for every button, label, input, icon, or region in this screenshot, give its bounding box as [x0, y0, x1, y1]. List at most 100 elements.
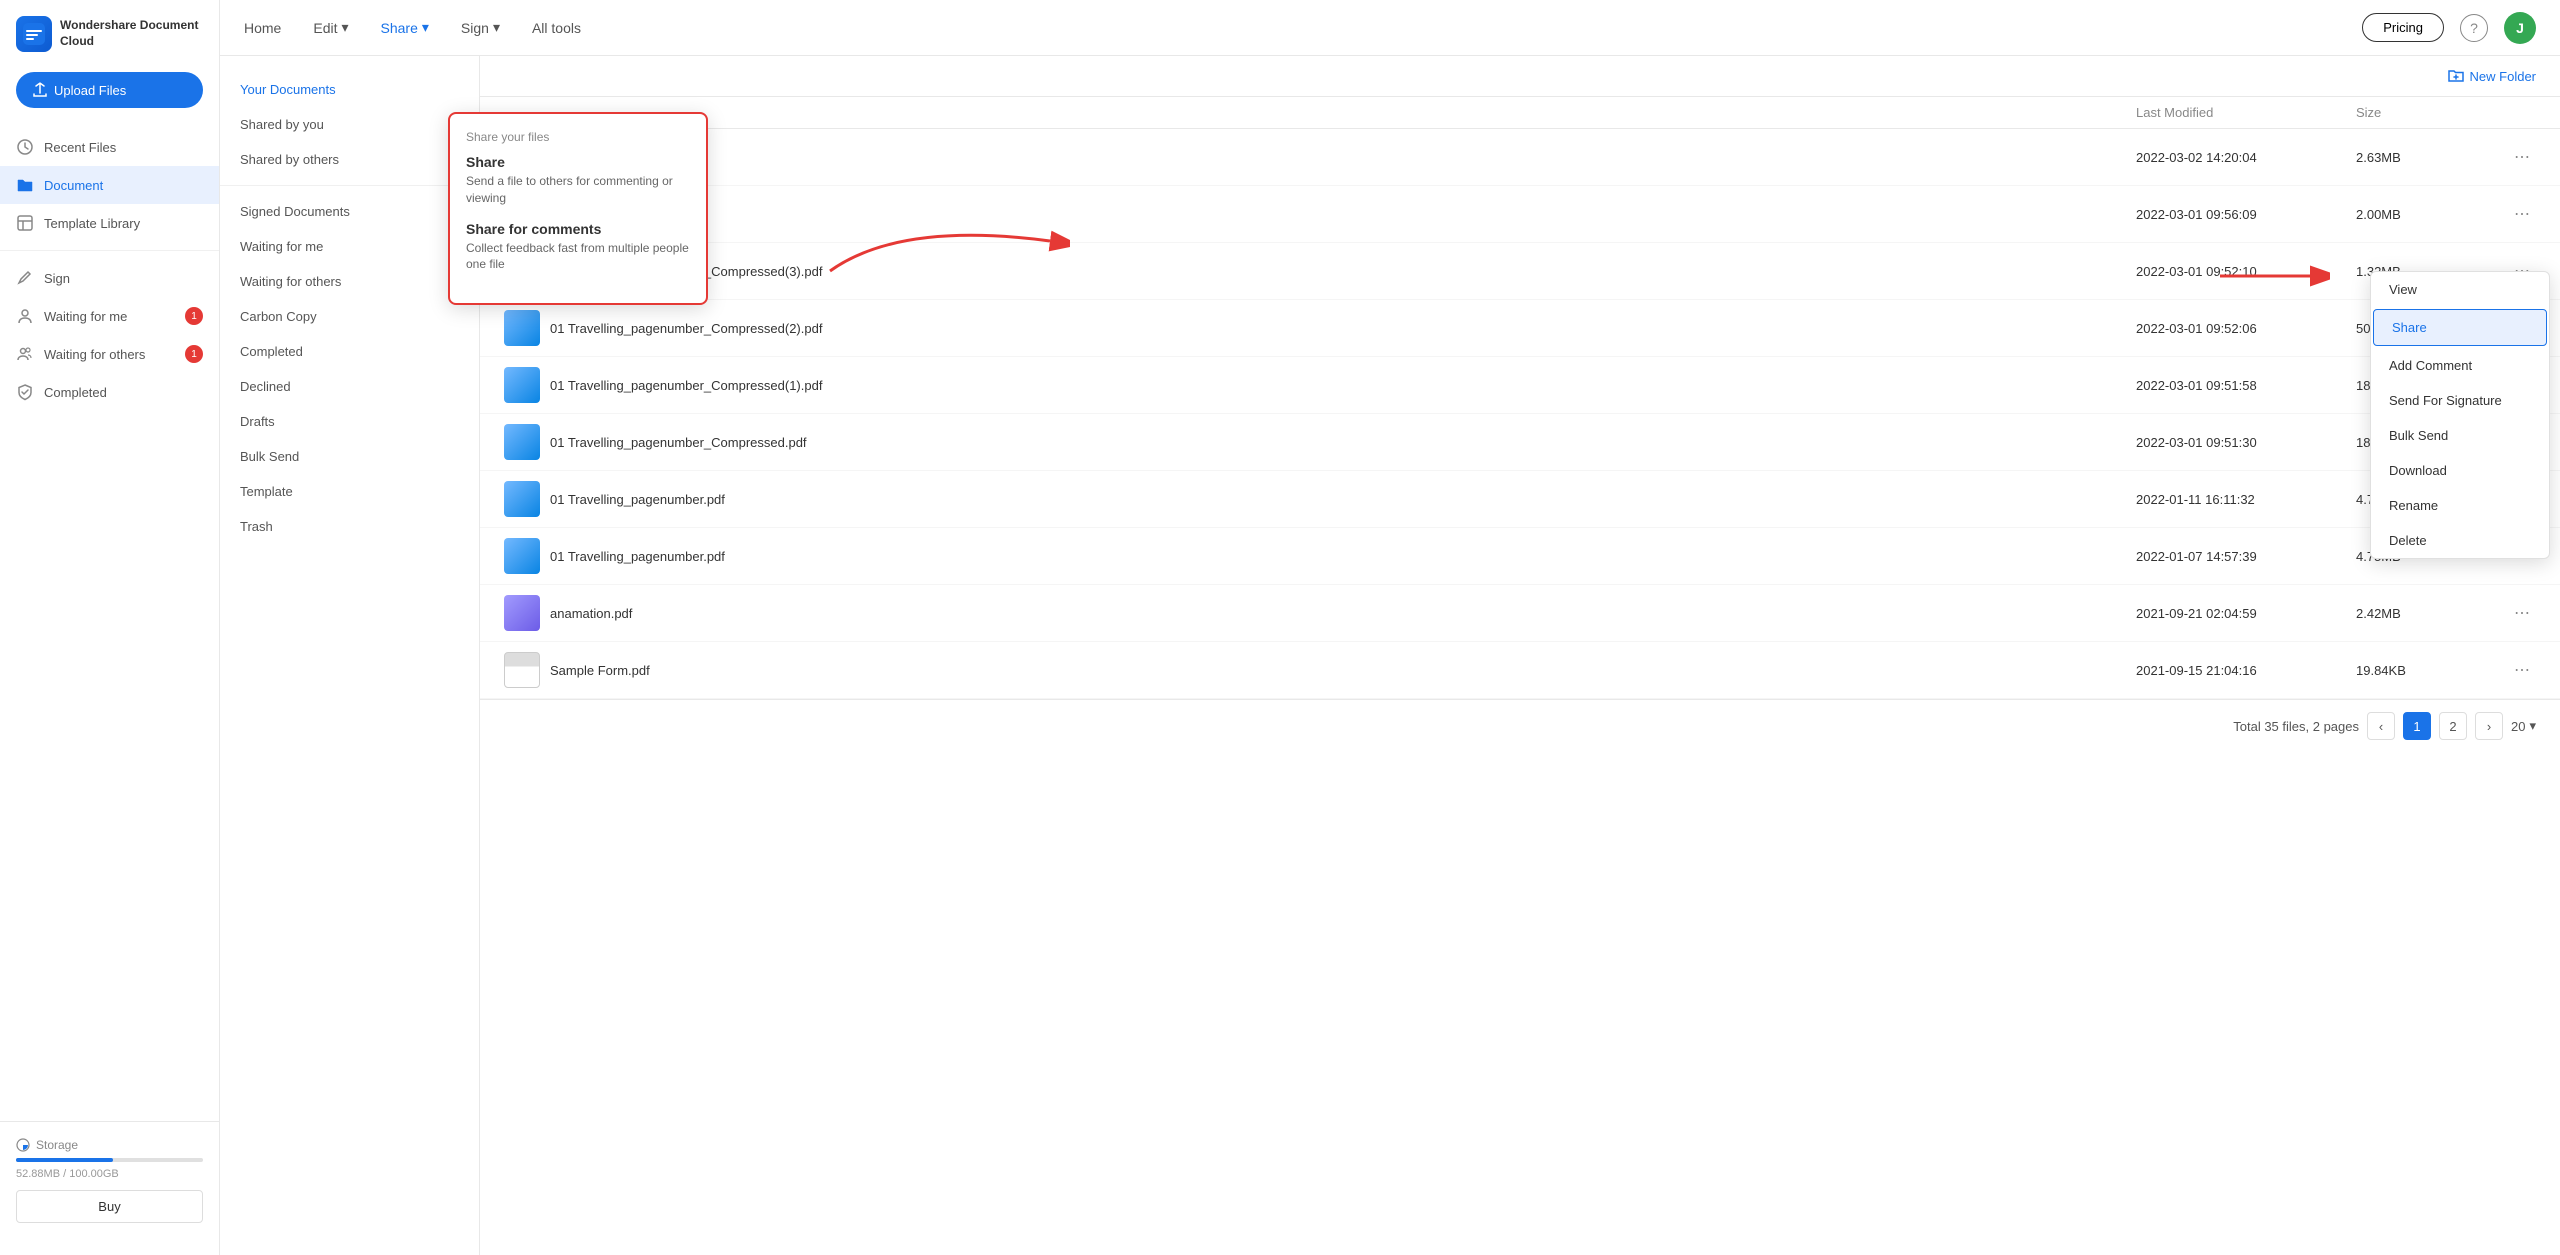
app-name: Wondershare Document Cloud	[60, 18, 203, 49]
sidebar-item-waiting-me[interactable]: Waiting for me 1	[0, 297, 219, 335]
sidebar-item-sign[interactable]: Sign	[0, 259, 219, 297]
table-row[interactable]: 01 Travelling_pagenumber.pdf 2022-01-11 …	[480, 471, 2560, 528]
topnav-right: Pricing ? J	[2362, 12, 2536, 44]
topnav: Home Edit ▾ Share ▾ Sign ▾ All tools Pri…	[220, 0, 2560, 56]
more-button[interactable]: ⋯	[2506, 656, 2536, 684]
file-thumbnail	[504, 538, 540, 574]
pricing-button[interactable]: Pricing	[2362, 13, 2444, 42]
table-row[interactable]: 01 Travelling_pagenumber_Compressed(2).p…	[480, 300, 2560, 357]
panel-divider	[220, 185, 479, 186]
share-for-comments-title[interactable]: Share for comments	[466, 221, 690, 237]
left-panel: Your Documents Shared by you Shared by o…	[220, 56, 480, 1255]
share-for-comments-desc: Collect feedback fast from multiple peop…	[466, 240, 690, 274]
more-button[interactable]: ⋯	[2506, 143, 2536, 171]
sidebar: Wondershare Document Cloud Upload Files …	[0, 0, 220, 1255]
panel-item-signed-docs[interactable]: Signed Documents	[220, 194, 479, 229]
people-icon	[16, 345, 34, 363]
panel-item-shared-by-others[interactable]: Shared by others	[220, 142, 479, 177]
nav-share[interactable]: Share ▾	[381, 15, 429, 40]
new-folder-icon	[2448, 68, 2464, 84]
file-thumbnail	[504, 595, 540, 631]
storage-label: Storage	[16, 1138, 203, 1152]
storage-bar	[16, 1158, 203, 1162]
file-header: New Folder	[480, 56, 2560, 97]
context-menu: View Share Add Comment Send For Signatur…	[2370, 271, 2550, 559]
table-row[interactable]: Sample Form.pdf 2021-09-15 21:04:16 19.8…	[480, 642, 2560, 699]
panel-item-waiting-me[interactable]: Waiting for me	[220, 229, 479, 264]
folder-icon	[16, 176, 34, 194]
waiting-others-badge: 1	[185, 345, 203, 363]
panel-item-declined[interactable]: Declined	[220, 369, 479, 404]
storage-fill	[16, 1158, 113, 1162]
per-page-selector[interactable]: 20 ▾	[2511, 718, 2536, 734]
nav-sign[interactable]: Sign ▾	[461, 15, 500, 40]
context-send-signature[interactable]: Send For Signature	[2371, 383, 2549, 418]
user-avatar[interactable]: J	[2504, 12, 2536, 44]
table-row[interactable]: 01 Travelling_pagenumber.pdf 2022-01-07 …	[480, 528, 2560, 585]
context-view[interactable]: View	[2371, 272, 2549, 307]
file-thumbnail	[504, 424, 540, 460]
context-add-comment[interactable]: Add Comment	[2371, 348, 2549, 383]
context-share[interactable]: Share	[2373, 309, 2547, 346]
page-1-button[interactable]: 1	[2403, 712, 2431, 740]
dropdown-title: Share your files	[466, 130, 690, 144]
new-folder-button[interactable]: New Folder	[2448, 68, 2536, 84]
context-rename[interactable]: Rename	[2371, 488, 2549, 523]
panel-item-waiting-others[interactable]: Waiting for others	[220, 264, 479, 299]
table-row[interactable]: building.pdf 2022-03-01 09:56:09 2.00MB …	[480, 186, 2560, 243]
panel-item-trash[interactable]: Trash	[220, 509, 479, 544]
panel-item-template[interactable]: Template	[220, 474, 479, 509]
share-option-desc: Send a file to others for commenting or …	[466, 173, 690, 207]
next-page-button[interactable]: ›	[2475, 712, 2503, 740]
page-2-button[interactable]: 2	[2439, 712, 2467, 740]
context-download[interactable]: Download	[2371, 453, 2549, 488]
sidebar-item-template[interactable]: Template Library	[0, 204, 219, 242]
panel-item-your-docs[interactable]: Your Documents	[220, 72, 479, 107]
context-bulk-send[interactable]: Bulk Send	[2371, 418, 2549, 453]
share-dropdown: Share your files Share Send a file to ot…	[448, 112, 708, 305]
sidebar-item-document[interactable]: Document	[0, 166, 219, 204]
file-thumbnail	[504, 481, 540, 517]
file-area: New Folder Last Modified Size Furniture.…	[480, 56, 2560, 1255]
panel-item-shared-by-you[interactable]: Shared by you	[220, 107, 479, 142]
panel-item-drafts[interactable]: Drafts	[220, 404, 479, 439]
sidebar-item-recent[interactable]: Recent Files	[0, 128, 219, 166]
main-area: Home Edit ▾ Share ▾ Sign ▾ All tools Pri…	[220, 0, 2560, 1255]
upload-icon	[32, 82, 48, 98]
more-button[interactable]: ⋯	[2506, 599, 2536, 627]
share-option-title[interactable]: Share	[466, 154, 690, 170]
nav-alltools[interactable]: All tools	[532, 16, 581, 40]
panel-item-bulk-send[interactable]: Bulk Send	[220, 439, 479, 474]
table-header: Last Modified Size	[480, 97, 2560, 129]
more-button[interactable]: ⋯	[2506, 200, 2536, 228]
file-thumbnail	[504, 310, 540, 346]
sidebar-item-completed[interactable]: Completed	[0, 373, 219, 411]
prev-page-button[interactable]: ‹	[2367, 712, 2395, 740]
file-thumbnail	[504, 652, 540, 688]
nav-edit[interactable]: Edit ▾	[313, 15, 348, 40]
content-area: Your Documents Shared by you Shared by o…	[220, 56, 2560, 1255]
storage-icon	[16, 1138, 30, 1152]
upload-button[interactable]: Upload Files	[16, 72, 203, 108]
nav-home[interactable]: Home	[244, 16, 281, 40]
storage-text: 52.88MB / 100.00GB	[16, 1168, 203, 1180]
app-logo: Wondershare Document Cloud	[0, 16, 219, 72]
sidebar-item-waiting-others[interactable]: Waiting for others 1	[0, 335, 219, 373]
context-delete[interactable]: Delete	[2371, 523, 2549, 558]
table-row[interactable]: Furniture.pdf 2022-03-02 14:20:04 2.63MB…	[480, 129, 2560, 186]
table-row[interactable]: 01 Travelling_pagenumber_Compressed(1).p…	[480, 357, 2560, 414]
pagination: Total 35 files, 2 pages ‹ 1 2 › 20 ▾	[480, 699, 2560, 752]
help-button[interactable]: ?	[2460, 14, 2488, 42]
panel-item-carbon-copy[interactable]: Carbon Copy	[220, 299, 479, 334]
clock-icon	[16, 138, 34, 156]
file-thumbnail	[504, 367, 540, 403]
sign-icon	[16, 269, 34, 287]
panel-item-completed[interactable]: Completed	[220, 334, 479, 369]
buy-button[interactable]: Buy	[16, 1190, 203, 1223]
storage-section: Storage 52.88MB / 100.00GB Buy	[0, 1121, 219, 1239]
table-row[interactable]: 01 Travelling_pagenumber_Compressed(3).p…	[480, 243, 2560, 300]
sidebar-nav: Recent Files Document Template Library S…	[0, 128, 219, 1121]
table-row[interactable]: 01 Travelling_pagenumber_Compressed.pdf …	[480, 414, 2560, 471]
template-icon	[16, 214, 34, 232]
table-row[interactable]: anamation.pdf 2021-09-21 02:04:59 2.42MB…	[480, 585, 2560, 642]
